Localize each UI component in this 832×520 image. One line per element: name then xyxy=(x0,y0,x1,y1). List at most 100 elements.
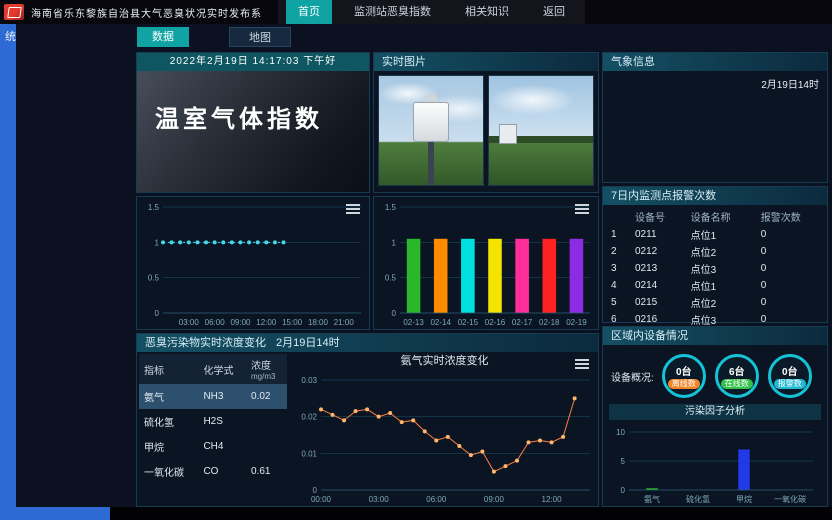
alarm-panel: 7日内监测点报警次数 设备号 设备名称 报警次数 10211点位1020212点… xyxy=(602,186,828,323)
col-formula: 化学式 xyxy=(198,354,246,384)
nh3-line-chart[interactable]: 00.010.020.0300:0003:0006:0009:0012:00 xyxy=(291,370,598,506)
alarm-table-row[interactable]: 20212点位20 xyxy=(603,243,827,260)
tab-map[interactable]: 地图 xyxy=(229,27,291,47)
svg-text:02-18: 02-18 xyxy=(539,318,560,327)
svg-text:1: 1 xyxy=(155,238,160,247)
odor-body: 指标 化学式 浓度 mg/m3 氨气NH30.02硫化氢H2S甲烷CH4一氧化碳… xyxy=(137,352,598,506)
svg-text:1.5: 1.5 xyxy=(148,203,160,212)
svg-text:0: 0 xyxy=(621,486,626,495)
chart-menu-icon[interactable] xyxy=(575,204,589,214)
svg-text:06:00: 06:00 xyxy=(426,495,447,504)
col-concentration: 浓度 xyxy=(251,357,282,372)
odor-table-row[interactable]: 一氧化碳CO0.61 xyxy=(139,459,287,484)
col-device-no: 设备号 xyxy=(631,207,687,226)
odor-table-row[interactable]: 氨气NH30.02 xyxy=(139,384,287,409)
ghg-index-line-chart[interactable]: 00.511.503:0006:0009:0012:0015:0018:0021… xyxy=(137,197,369,329)
svg-text:氨气: 氨气 xyxy=(644,494,660,504)
alarm-table-row[interactable]: 30213点位30 xyxy=(603,260,827,277)
station-shape xyxy=(499,124,517,144)
tab-data[interactable]: 数据 xyxy=(137,27,189,47)
weather-body: 2月19日14时 xyxy=(603,71,827,182)
photos-body xyxy=(374,71,598,190)
svg-text:0.03: 0.03 xyxy=(301,376,317,385)
svg-text:0.02: 0.02 xyxy=(301,413,317,422)
week-bar-chart[interactable]: 00.511.502-1302-1402-1502-1602-1702-1802… xyxy=(374,197,598,329)
col-device-name: 设备名称 xyxy=(687,207,757,226)
svg-text:06:00: 06:00 xyxy=(205,318,226,327)
chart-menu-icon[interactable] xyxy=(575,359,589,369)
topbar: 海南省乐东黎族自治县大气恶臭状况实时发布系 首页监测站恶臭指数相关知识返回 xyxy=(0,0,832,24)
device-panel-title: 区域内设备情况 xyxy=(611,327,688,345)
cabinet-shape xyxy=(413,102,449,142)
photos-panel-header: 实时图片 xyxy=(374,53,598,71)
device-overview-label: 设备概况: xyxy=(611,369,654,384)
svg-text:02-13: 02-13 xyxy=(403,318,424,327)
svg-text:0: 0 xyxy=(155,309,160,318)
svg-text:00:00: 00:00 xyxy=(311,495,332,504)
alarm-table-row[interactable]: 40214点位10 xyxy=(603,277,827,294)
weather-panel-title: 气象信息 xyxy=(611,53,655,71)
svg-text:5: 5 xyxy=(621,457,626,466)
svg-text:10: 10 xyxy=(616,428,625,437)
svg-text:0.5: 0.5 xyxy=(148,274,160,283)
week-bar-chart-panel: 00.511.502-1302-1402-1502-1602-1702-1802… xyxy=(373,196,599,330)
odor-table: 指标 化学式 浓度 mg/m3 氨气NH30.02硫化氢H2S甲烷CH4一氧化碳… xyxy=(139,354,287,484)
alarm-table-row[interactable]: 10211点位10 xyxy=(603,226,827,243)
col-indicator: 指标 xyxy=(139,354,198,384)
svg-text:12:00: 12:00 xyxy=(256,318,277,327)
nh3-chart-title: 氨气实时浓度变化 xyxy=(291,352,598,370)
odor-panel-title: 恶臭污染物实时浓度变化 xyxy=(145,334,266,352)
site-photo-2[interactable] xyxy=(488,75,594,186)
device-panel-header: 区域内设备情况 xyxy=(603,327,827,345)
odor-table-row[interactable]: 甲烷CH4 xyxy=(139,434,287,459)
device-panel: 区域内设备情况 设备概况: 0台离线数6台在线数0台报警数 污染因子分析 051… xyxy=(602,326,828,507)
svg-text:甲烷: 甲烷 xyxy=(736,494,752,504)
odor-table-wrap: 指标 化学式 浓度 mg/m3 氨气NH30.02硫化氢H2S甲烷CH4一氧化碳… xyxy=(137,352,291,506)
photos-panel-title: 实时图片 xyxy=(382,53,426,71)
app-root: 海南省乐东黎族自治县大气恶臭状况实时发布系 首页监测站恶臭指数相关知识返回 统 … xyxy=(0,0,832,520)
weather-panel-header: 气象信息 xyxy=(603,53,827,71)
odor-table-header-row: 指标 化学式 浓度 mg/m3 xyxy=(139,354,287,384)
alarm-table-header-row: 设备号 设备名称 报警次数 xyxy=(603,207,827,226)
svg-text:09:00: 09:00 xyxy=(484,495,505,504)
svg-text:硫化氢: 硫化氢 xyxy=(686,494,710,504)
chart-menu-icon[interactable] xyxy=(346,204,360,214)
site-photo-1[interactable] xyxy=(378,75,484,186)
device-stat-circle-2: 6台在线数 xyxy=(715,354,759,398)
col-unit: mg/m3 xyxy=(251,372,282,381)
alarm-table: 设备号 设备名称 报警次数 10211点位1020212点位2030213点位3… xyxy=(603,207,827,328)
greenhouse-gas-title: 温室气体指数 xyxy=(137,71,369,134)
svg-text:18:00: 18:00 xyxy=(308,318,329,327)
svg-text:09:00: 09:00 xyxy=(230,318,251,327)
nh3-chart-area: 氨气实时浓度变化 00.010.020.0300:0003:0006:0009:… xyxy=(291,352,598,506)
footer-bar xyxy=(110,507,832,520)
greeting-panel: 2022年2月19日 14:17:03 下午好 温室气体指数 xyxy=(136,52,370,193)
factor-bar-chart[interactable]: 0510氨气硫化氢甲烷一氧化碳 xyxy=(609,422,821,506)
col-alarm-count: 报警次数 xyxy=(757,207,827,226)
svg-text:02-17: 02-17 xyxy=(512,318,533,327)
nav-item-1[interactable]: 首页 xyxy=(286,0,332,24)
svg-text:02-14: 02-14 xyxy=(430,318,451,327)
sidebar-label: 统 xyxy=(5,28,16,44)
odor-panel: 恶臭污染物实时浓度变化 2月19日14时 指标 化学式 浓度 mg/m3 xyxy=(136,333,599,507)
alarm-table-body: 10211点位1020212点位2030213点位3040214点位105021… xyxy=(603,226,827,328)
weather-panel: 气象信息 2月19日14时 xyxy=(602,52,828,183)
svg-text:15:00: 15:00 xyxy=(282,318,303,327)
svg-text:0: 0 xyxy=(392,309,397,318)
alarm-panel-title: 7日内监测点报警次数 xyxy=(611,187,716,205)
svg-text:03:00: 03:00 xyxy=(369,495,390,504)
svg-text:03:00: 03:00 xyxy=(179,318,200,327)
odor-table-row[interactable]: 硫化氢H2S xyxy=(139,409,287,434)
odor-panel-timestamp: 2月19日14时 xyxy=(276,334,340,352)
app-title: 海南省乐东黎族自治县大气恶臭状况实时发布系 xyxy=(31,5,262,20)
nav-item-4[interactable]: 返回 xyxy=(531,0,577,24)
weather-timestamp: 2月19日14时 xyxy=(761,76,819,91)
device-stat-circle-1: 0台离线数 xyxy=(662,354,706,398)
device-stats: 0台离线数6台在线数0台报警数 xyxy=(662,354,812,398)
alarm-table-row[interactable]: 50215点位20 xyxy=(603,294,827,311)
nav-item-2[interactable]: 监测站恶臭指数 xyxy=(342,0,443,24)
odor-table-body: 氨气NH30.02硫化氢H2S甲烷CH4一氧化碳CO0.61 xyxy=(139,384,287,484)
svg-text:1.5: 1.5 xyxy=(385,203,397,212)
nav-item-3[interactable]: 相关知识 xyxy=(453,0,521,24)
svg-text:0.01: 0.01 xyxy=(301,449,317,458)
